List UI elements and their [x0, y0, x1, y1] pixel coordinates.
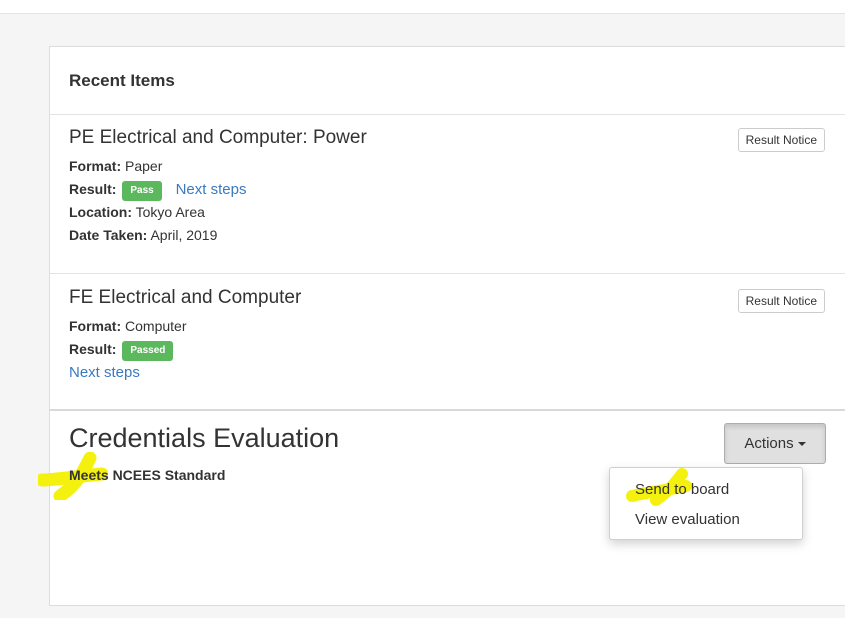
location-value: Tokyo Area	[135, 204, 205, 220]
format-value: Computer	[125, 318, 187, 334]
date-label: Date Taken:	[69, 227, 148, 243]
result-badge: Passed	[122, 341, 174, 361]
exam-item: FE Electrical and Computer Result Notice…	[50, 274, 845, 411]
caret-down-icon	[797, 442, 806, 446]
location-label: Location:	[69, 204, 132, 220]
next-steps-link[interactable]: Next steps	[69, 364, 140, 381]
date-row: Date Taken: April, 2019	[69, 224, 845, 247]
actions-label: Actions	[744, 435, 794, 452]
date-value: April, 2019	[150, 227, 218, 243]
result-row: Result: Passed	[69, 338, 845, 361]
top-bar	[0, 0, 845, 14]
menu-item-view-evaluation[interactable]: View evaluation	[610, 505, 802, 535]
next-steps-link[interactable]: Next steps	[176, 181, 247, 198]
exam-item: PE Electrical and Computer: Power Result…	[50, 115, 845, 274]
result-notice-button[interactable]: Result Notice	[737, 128, 825, 152]
result-notice-button[interactable]: Result Notice	[737, 289, 825, 313]
format-label: Format:	[69, 318, 122, 334]
actions-dropdown-menu: Send to board View evaluation	[609, 467, 803, 540]
format-row: Format: Paper	[69, 155, 845, 178]
format-row: Format: Computer	[69, 315, 845, 338]
menu-item-label: Send to board	[635, 481, 730, 498]
result-badge: Pass	[122, 181, 162, 201]
format-value: Paper	[125, 158, 163, 174]
credentials-status-text: Meets NCEES Standard	[69, 467, 226, 483]
location-row: Location: Tokyo Area	[69, 201, 845, 224]
format-label: Format:	[69, 158, 122, 174]
panel-heading: Recent Items	[50, 47, 845, 115]
result-label: Result:	[69, 341, 117, 357]
result-row: Result: Pass Next steps	[69, 178, 845, 201]
exam-title: FE Electrical and Computer	[69, 287, 302, 308]
exam-title: PE Electrical and Computer: Power	[69, 127, 367, 148]
result-label: Result:	[69, 181, 117, 197]
menu-item-send-to-board[interactable]: Send to board	[610, 475, 802, 505]
next-steps-row: Next steps	[69, 361, 845, 384]
actions-button[interactable]: Actions	[724, 423, 826, 464]
